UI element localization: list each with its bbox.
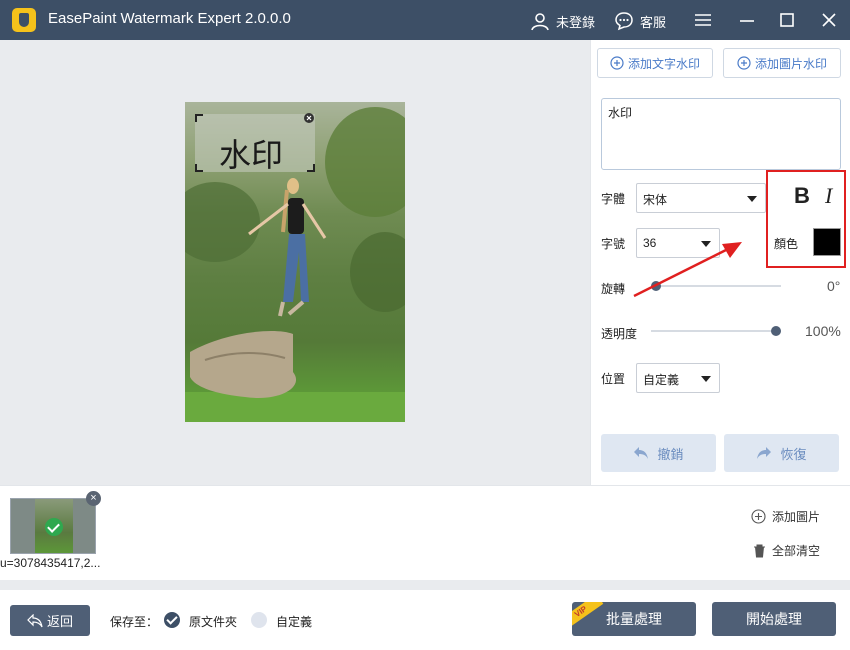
add-text-watermark-button[interactable]: 添加文字水印 xyxy=(597,48,713,78)
batch-process-label: 批量處理 xyxy=(606,611,662,627)
resize-handle-top-left[interactable] xyxy=(195,114,203,122)
back-label: 返回 xyxy=(46,614,73,629)
annotation-highlight-box xyxy=(766,170,846,268)
batch-process-button[interactable]: VIP 批量處理 xyxy=(572,602,696,636)
rotate-value: 0° xyxy=(827,278,841,294)
resize-handle-bottom-right[interactable] xyxy=(307,164,315,172)
opacity-slider-knob[interactable] xyxy=(771,326,781,336)
check-icon xyxy=(45,518,63,536)
annotation-arrow-icon xyxy=(633,242,742,298)
undo-label: 撤銷 xyxy=(657,446,684,462)
add-image-button[interactable]: 添加圖片 xyxy=(751,508,820,525)
watermark-overlay[interactable]: 水印 xyxy=(195,114,315,174)
trash-icon xyxy=(753,544,765,557)
bottom-bar: 返回 保存至： 原文件夾 自定義 VIP 批量處理 開始處理 xyxy=(0,590,850,650)
redo-icon xyxy=(757,447,772,459)
original-folder-radio[interactable] xyxy=(164,612,180,628)
plus-circle-icon xyxy=(737,56,751,70)
support-button[interactable]: 客服 xyxy=(614,11,666,31)
opacity-value: 100% xyxy=(805,323,841,339)
close-icon[interactable] xyxy=(819,10,839,30)
user-icon xyxy=(531,13,549,31)
position-select[interactable]: 自定義 xyxy=(636,363,720,393)
preview-image: 水印 xyxy=(185,102,405,422)
position-value: 自定義 xyxy=(643,373,680,387)
clear-all-button[interactable]: 全部清空 xyxy=(753,542,820,559)
add-text-watermark-label: 添加文字水印 xyxy=(627,56,700,71)
size-label: 字號 xyxy=(601,237,626,251)
thumbnail-filename: u=3078435417,2... xyxy=(0,556,101,570)
back-button[interactable]: 返回 xyxy=(10,605,90,636)
chat-icon xyxy=(615,12,633,31)
plus-circle-icon xyxy=(610,56,624,70)
font-select[interactable]: 宋体 xyxy=(636,183,766,213)
font-value: 宋体 xyxy=(643,193,668,207)
preview-area: 水印 xyxy=(0,40,590,485)
support-label: 客服 xyxy=(640,14,667,30)
chevron-down-icon xyxy=(747,196,757,202)
start-process-label: 開始處理 xyxy=(746,611,802,627)
title-bar: EasePaint Watermark Expert 2.0.0.0 未登錄 客… xyxy=(0,0,850,40)
undo-button[interactable]: 撤銷 xyxy=(601,434,716,472)
app-logo-icon xyxy=(12,8,36,32)
add-image-label: 添加圖片 xyxy=(771,510,820,524)
vip-badge: VIP xyxy=(572,602,604,631)
start-process-button[interactable]: 開始處理 xyxy=(712,602,836,636)
minimize-icon[interactable] xyxy=(737,10,757,30)
thumbnail-remove-icon[interactable]: × xyxy=(86,491,101,506)
redo-label: 恢復 xyxy=(780,446,807,462)
opacity-label: 透明度 xyxy=(601,327,638,341)
custom-folder-radio[interactable] xyxy=(251,612,267,628)
login-label: 未登錄 xyxy=(556,14,596,30)
rotate-label: 旋轉 xyxy=(601,282,626,296)
clear-all-label: 全部清空 xyxy=(771,544,820,558)
redo-button[interactable]: 恢復 xyxy=(724,434,839,472)
thumbnail-strip: × u=3078435417,2... 添加圖片 全部清空 xyxy=(0,485,850,580)
watermark-text-input[interactable]: 水印 xyxy=(601,98,841,170)
chevron-down-icon xyxy=(701,376,711,382)
resize-handle-bottom-left[interactable] xyxy=(195,164,203,172)
watermark-close-icon[interactable] xyxy=(304,113,314,123)
plus-circle-icon xyxy=(751,509,766,524)
font-label: 字體 xyxy=(601,192,626,206)
add-image-watermark-label: 添加圖片水印 xyxy=(754,56,827,71)
maximize-icon[interactable] xyxy=(777,10,797,30)
app-title: EasePaint Watermark Expert 2.0.0.0 xyxy=(48,10,291,27)
add-image-watermark-button[interactable]: 添加圖片水印 xyxy=(723,48,841,78)
watermark-text: 水印 xyxy=(219,136,284,174)
thumbnail-item[interactable] xyxy=(10,498,96,554)
back-arrow-icon xyxy=(27,613,43,627)
custom-folder-label: 自定義 xyxy=(276,615,313,629)
opacity-slider[interactable] xyxy=(651,326,781,336)
undo-icon xyxy=(634,447,649,459)
login-button[interactable]: 未登錄 xyxy=(530,11,595,31)
position-label: 位置 xyxy=(601,372,626,386)
menu-icon[interactable] xyxy=(693,10,713,30)
divider xyxy=(0,580,850,590)
original-folder-label: 原文件夾 xyxy=(189,615,238,629)
save-to-label: 保存至： xyxy=(110,615,159,629)
